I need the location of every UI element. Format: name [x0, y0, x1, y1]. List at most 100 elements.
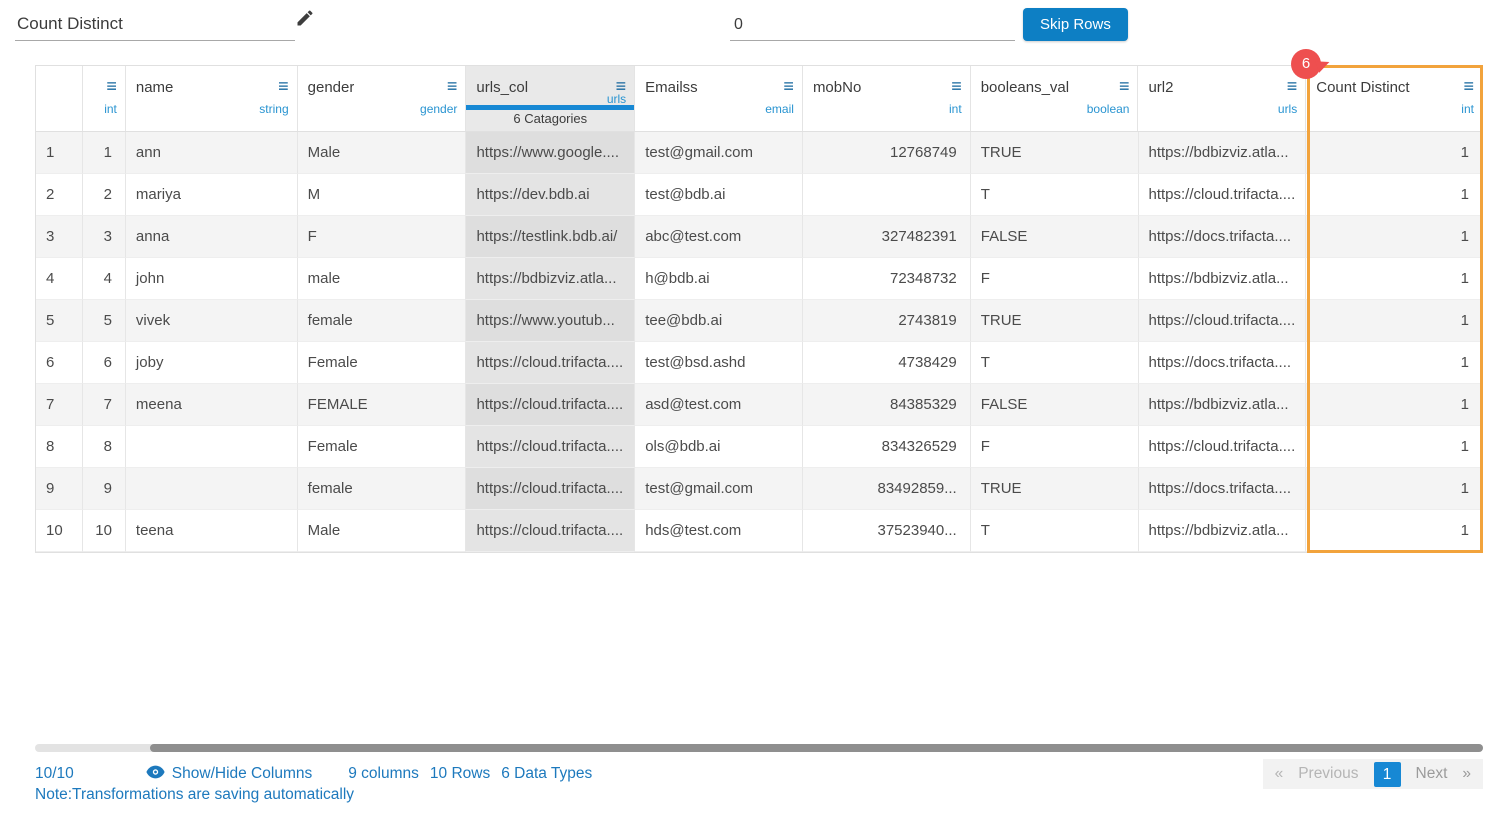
table-cell[interactable]: male	[298, 258, 467, 300]
table-cell[interactable]: https://bdbizviz.atla...	[466, 258, 635, 300]
table-cell[interactable]: 5	[36, 300, 83, 342]
column-header-index-1[interactable]: ≡int	[83, 66, 126, 131]
table-cell[interactable]: 8	[36, 426, 83, 468]
skip-rows-input[interactable]	[730, 10, 1015, 41]
table-cell[interactable]: https://docs.trifacta....	[1139, 468, 1307, 510]
table-cell[interactable]: 327482391	[803, 216, 971, 258]
column-header-index-0[interactable]	[36, 66, 83, 131]
table-cell[interactable]: https://bdbizviz.atla...	[1139, 384, 1307, 426]
table-cell[interactable]: 3	[83, 216, 126, 258]
table-cell[interactable]: test@gmail.com	[635, 132, 803, 174]
column-header-name[interactable]: name≡string	[126, 66, 298, 131]
table-cell[interactable]: https://cloud.trifacta....	[466, 384, 635, 426]
column-header-booleans_val[interactable]: booleans_val≡boolean	[971, 66, 1139, 131]
table-cell[interactable]: vivek	[126, 300, 298, 342]
table-cell[interactable]: 4	[83, 258, 126, 300]
horizontal-scrollbar[interactable]	[35, 744, 1483, 752]
table-cell[interactable]: 1	[1306, 468, 1482, 510]
table-cell[interactable]: joby	[126, 342, 298, 384]
table-cell[interactable]: 1	[1306, 300, 1482, 342]
table-cell[interactable]: https://www.google....	[466, 132, 635, 174]
table-cell[interactable]: https://cloud.trifacta....	[466, 510, 635, 552]
table-cell[interactable]: F	[971, 426, 1139, 468]
table-cell[interactable]: 83492859...	[803, 468, 971, 510]
column-header-mobno[interactable]: mobNo≡int	[803, 66, 971, 131]
scrollbar-thumb[interactable]	[150, 744, 1483, 752]
table-cell[interactable]: 8	[83, 426, 126, 468]
column-menu-icon[interactable]: ≡	[1463, 79, 1474, 94]
column-menu-icon[interactable]: ≡	[447, 79, 458, 94]
table-cell[interactable]: https://cloud.trifacta....	[466, 426, 635, 468]
show-hide-columns-button[interactable]: Show/Hide Columns	[146, 765, 312, 784]
table-cell[interactable]: hds@test.com	[635, 510, 803, 552]
table-cell[interactable]: test@bdb.ai	[635, 174, 803, 216]
column-header-url2[interactable]: url2≡urls	[1138, 66, 1306, 131]
table-cell[interactable]: T	[971, 174, 1139, 216]
table-cell[interactable]: anna	[126, 216, 298, 258]
table-cell[interactable]: mariya	[126, 174, 298, 216]
table-cell[interactable]: Male	[298, 510, 467, 552]
table-cell[interactable]: 10	[36, 510, 83, 552]
pagination-previous[interactable]: Previous	[1298, 765, 1358, 783]
table-cell[interactable]: 7	[36, 384, 83, 426]
table-cell[interactable]: female	[298, 468, 467, 510]
table-cell[interactable]: https://cloud.trifacta....	[466, 468, 635, 510]
edit-pencil-icon[interactable]	[295, 8, 315, 33]
pagination-last[interactable]: »	[1462, 765, 1471, 783]
table-cell[interactable]: 1	[1306, 132, 1482, 174]
table-cell[interactable]: meena	[126, 384, 298, 426]
table-cell[interactable]: 1	[1306, 510, 1482, 552]
table-cell[interactable]: 834326529	[803, 426, 971, 468]
table-cell[interactable]: 5	[83, 300, 126, 342]
column-menu-icon[interactable]: ≡	[278, 79, 289, 94]
table-cell[interactable]: 84385329	[803, 384, 971, 426]
table-cell[interactable]: Female	[298, 342, 467, 384]
table-cell[interactable]: FALSE	[971, 216, 1139, 258]
table-cell[interactable]: test@bsd.ashd	[635, 342, 803, 384]
transform-name-input[interactable]	[15, 8, 295, 41]
column-menu-icon[interactable]: ≡	[783, 79, 794, 94]
table-cell[interactable]: 12768749	[803, 132, 971, 174]
table-cell[interactable]: 1	[36, 132, 83, 174]
table-cell[interactable]: https://docs.trifacta....	[1139, 342, 1307, 384]
pagination-next[interactable]: Next	[1416, 765, 1448, 783]
table-cell[interactable]: ann	[126, 132, 298, 174]
column-menu-icon[interactable]: ≡	[1287, 79, 1298, 94]
column-header-emailss[interactable]: Emailss≡email	[635, 66, 803, 131]
table-cell[interactable]: https://www.youtub...	[466, 300, 635, 342]
table-cell[interactable]: TRUE	[971, 300, 1139, 342]
table-cell[interactable]: 1	[83, 132, 126, 174]
table-cell[interactable]: 2	[36, 174, 83, 216]
skip-rows-button[interactable]: Skip Rows	[1023, 8, 1128, 41]
table-cell[interactable]: 1	[1306, 216, 1482, 258]
table-cell[interactable]	[126, 468, 298, 510]
table-cell[interactable]: https://docs.trifacta....	[1139, 216, 1307, 258]
table-cell[interactable]: tee@bdb.ai	[635, 300, 803, 342]
pagination-first[interactable]: «	[1275, 765, 1284, 783]
table-cell[interactable]: 1	[1306, 342, 1482, 384]
table-cell[interactable]: 3	[36, 216, 83, 258]
table-cell[interactable]: https://dev.bdb.ai	[466, 174, 635, 216]
table-cell[interactable]: F	[298, 216, 467, 258]
table-cell[interactable]: https://cloud.trifacta....	[466, 342, 635, 384]
table-cell[interactable]: abc@test.com	[635, 216, 803, 258]
table-cell[interactable]: T	[971, 510, 1139, 552]
table-cell[interactable]: female	[298, 300, 467, 342]
table-cell[interactable]: 10	[83, 510, 126, 552]
table-cell[interactable]: 4	[36, 258, 83, 300]
table-cell[interactable]: F	[971, 258, 1139, 300]
column-menu-icon[interactable]: ≡	[106, 79, 117, 94]
table-cell[interactable]: 6	[36, 342, 83, 384]
table-cell[interactable]: 9	[83, 468, 126, 510]
table-cell[interactable]: https://cloud.trifacta....	[1139, 300, 1307, 342]
table-cell[interactable]: FALSE	[971, 384, 1139, 426]
table-cell[interactable]: 1	[1306, 258, 1482, 300]
table-cell[interactable]: 1	[1306, 426, 1482, 468]
table-cell[interactable]: teena	[126, 510, 298, 552]
table-cell[interactable]: Female	[298, 426, 467, 468]
table-cell[interactable]: 2	[83, 174, 126, 216]
table-cell[interactable]: 72348732	[803, 258, 971, 300]
table-cell[interactable]: M	[298, 174, 467, 216]
pagination-page-1[interactable]: 1	[1374, 762, 1401, 787]
table-cell[interactable]: john	[126, 258, 298, 300]
